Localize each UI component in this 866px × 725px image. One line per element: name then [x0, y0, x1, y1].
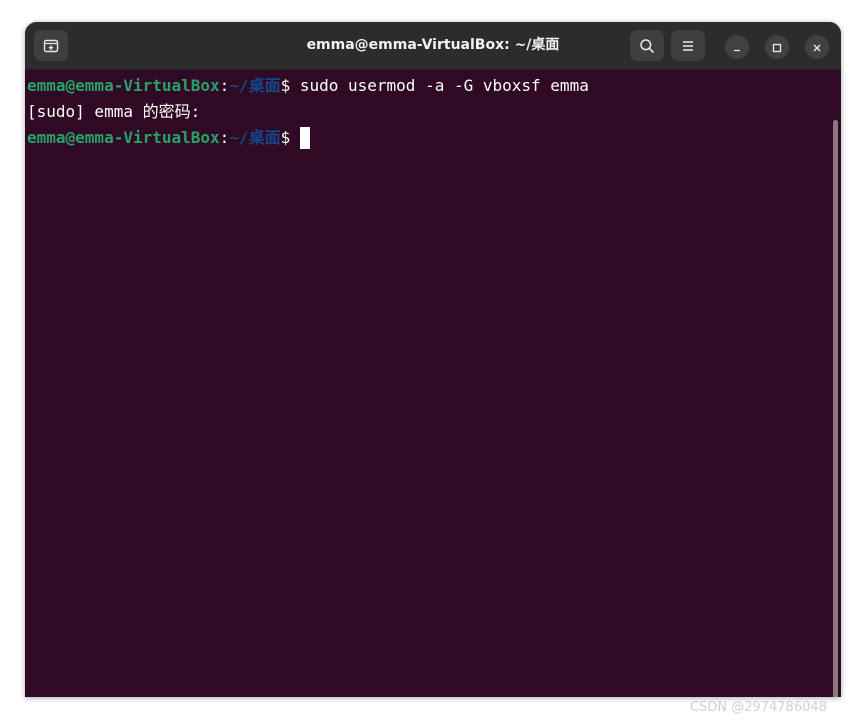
terminal-line-2: [sudo] emma 的密码: — [27, 101, 200, 123]
prompt-user-host: emma@emma-VirtualBox — [27, 76, 220, 95]
prompt-user-host: emma@emma-VirtualBox — [27, 128, 220, 147]
prompt-path: ~/桌面 — [229, 128, 281, 147]
close-button[interactable] — [805, 35, 829, 59]
prompt-path: ~/桌面 — [229, 76, 281, 95]
minimize-button[interactable] — [725, 35, 749, 59]
search-button[interactable] — [630, 30, 664, 61]
terminal-line-1: emma@emma-VirtualBox:~/桌面$ sudo usermod … — [27, 75, 589, 97]
prompt-symbol: $ — [280, 128, 300, 147]
maximize-button[interactable] — [765, 35, 789, 59]
watermark-text: CSDN @2974786048 — [690, 700, 827, 715]
terminal-area[interactable]: emma@emma-VirtualBox:~/桌面$ sudo usermod … — [25, 70, 841, 697]
close-icon — [812, 38, 822, 57]
hamburger-menu-icon — [681, 39, 695, 53]
minimize-icon — [732, 38, 742, 57]
maximize-icon — [772, 38, 782, 57]
vertical-scrollbar[interactable] — [833, 120, 838, 697]
terminal-line-3: emma@emma-VirtualBox:~/桌面$ — [27, 127, 310, 149]
command-text: sudo usermod -a -G vboxsf emma — [299, 76, 589, 95]
prompt-separator: : — [219, 76, 230, 95]
window-title: emma@emma-VirtualBox: ~/桌面 — [306, 37, 560, 53]
prompt-separator: : — [219, 128, 230, 147]
terminal-window: emma@emma-VirtualBox: ~/桌面 emma@emma-Vir… — [25, 22, 841, 697]
new-tab-icon — [43, 38, 59, 54]
title-bar[interactable]: emma@emma-VirtualBox: ~/桌面 — [25, 22, 841, 70]
prompt-symbol: $ — [280, 76, 300, 95]
menu-button[interactable] — [671, 30, 705, 61]
text-cursor — [299, 127, 310, 149]
search-icon — [639, 38, 655, 54]
sudo-password-prompt: [sudo] emma 的密码: — [27, 102, 201, 121]
new-tab-button[interactable] — [34, 30, 68, 61]
